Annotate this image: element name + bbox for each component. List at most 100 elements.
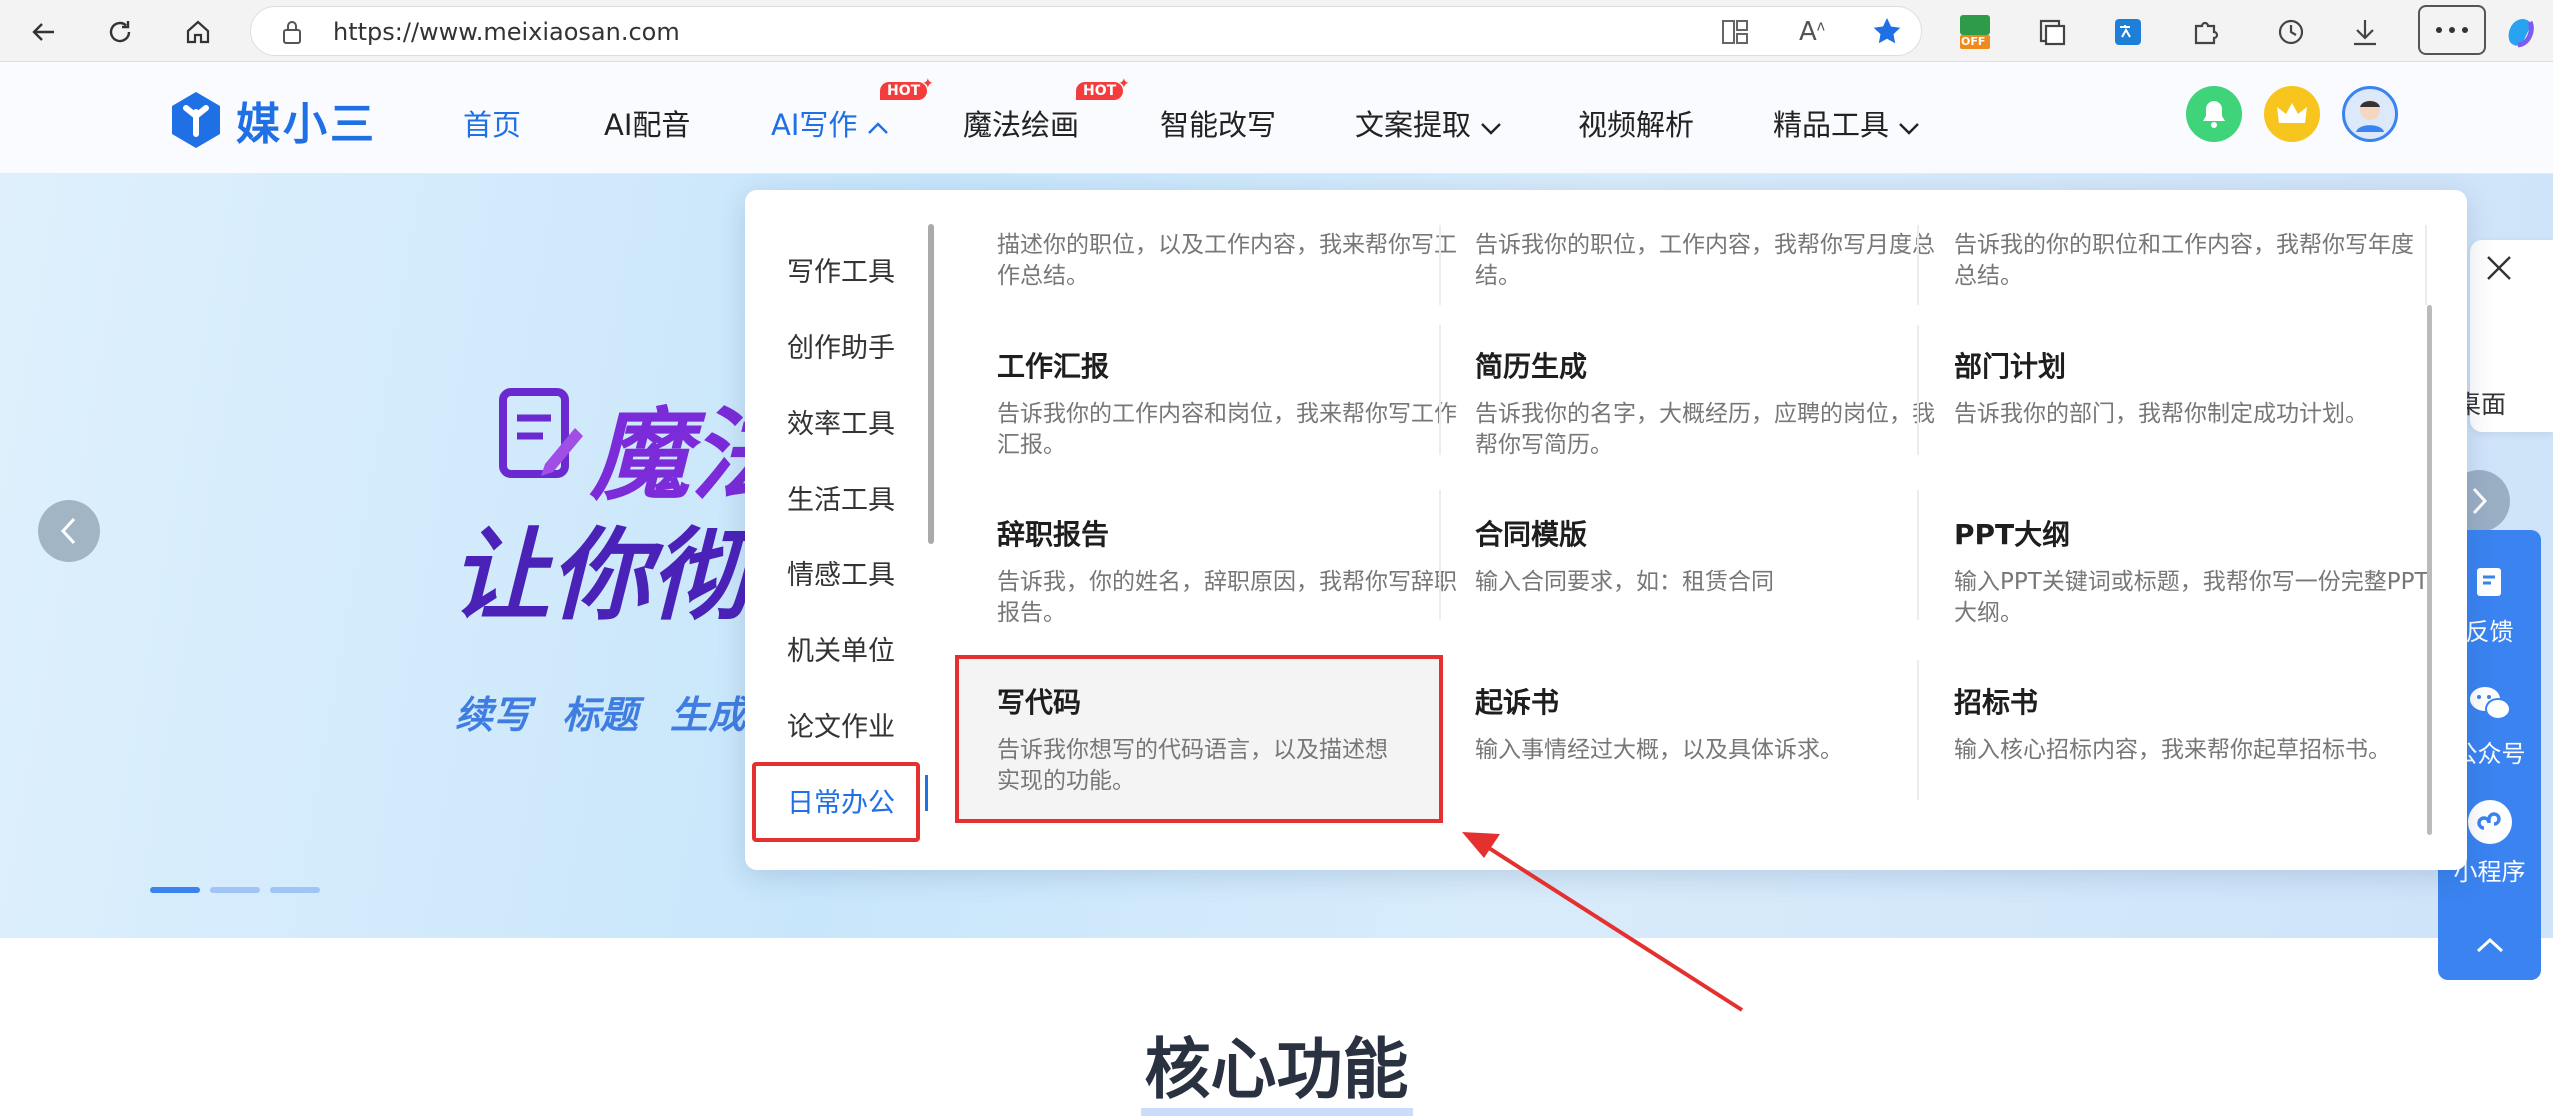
nav-text-extract[interactable]: 文案提取 bbox=[1355, 102, 1502, 144]
site-logo[interactable]: 媒小三 bbox=[168, 90, 377, 150]
card-divider bbox=[1439, 490, 1441, 620]
download-icon[interactable] bbox=[2345, 12, 2385, 52]
tool-card-annual-summary[interactable]: 告诉我的你的职位和工作内容，我帮你写年度总结。 bbox=[1954, 230, 2430, 292]
nav-ai-writing[interactable]: AI写作 bbox=[771, 102, 889, 144]
tool-card-resume[interactable]: 简历生成 告诉我你的名字，大概经历，应聘的岗位，我帮你写简历。 bbox=[1475, 345, 1951, 461]
collections-icon[interactable] bbox=[2032, 12, 2072, 52]
tool-card-desc: 告诉我你的职位，工作内容，我帮你写月度总结。 bbox=[1475, 232, 1935, 289]
vip-crown-icon[interactable] bbox=[2264, 86, 2320, 142]
tool-card-title: 辞职报告 bbox=[997, 518, 1110, 551]
logo-mark-icon bbox=[172, 92, 220, 148]
nav-premium-tools[interactable]: 精品工具 bbox=[1773, 102, 1920, 144]
tool-card-tender[interactable]: 招标书 输入核心招标内容，我来帮你起草招标书。 bbox=[1954, 681, 2430, 766]
hero-tag: 生成 bbox=[670, 693, 747, 737]
back-to-top-button[interactable] bbox=[2438, 920, 2541, 970]
chevron-up-icon bbox=[2476, 937, 2503, 953]
extension-off-icon[interactable]: OFF bbox=[1955, 12, 1995, 52]
category-writing-tools[interactable]: 写作工具 bbox=[787, 250, 895, 289]
carousel-dot[interactable] bbox=[210, 887, 260, 893]
address-bar[interactable]: https://www.meixiaosan.com Aʌ bbox=[250, 6, 1922, 56]
nav-smart-rewrite[interactable]: 智能改写 bbox=[1160, 102, 1276, 144]
close-icon[interactable] bbox=[2476, 245, 2522, 291]
tool-card-desc: 输入事情经过大概，以及具体诉求。 bbox=[1475, 737, 1843, 763]
tool-card-title: 合同模版 bbox=[1475, 518, 1588, 551]
hero-tag: 续写 bbox=[455, 693, 532, 737]
site-header: 媒小三 首页 AI配音 AI写作 HOT ✦ 魔法绘画 HOT ✦ 智能改写 文… bbox=[0, 62, 2553, 174]
carousel-dot[interactable] bbox=[270, 887, 320, 893]
tool-card-title: 部门计划 bbox=[1954, 350, 2067, 383]
chevron-up-icon bbox=[867, 122, 888, 134]
carousel-prev-button[interactable] bbox=[38, 500, 100, 562]
card-divider bbox=[1917, 660, 1919, 800]
back-icon[interactable] bbox=[24, 12, 64, 52]
tool-card-monthly-summary[interactable]: 告诉我你的职位，工作内容，我帮你写月度总结。 bbox=[1475, 230, 1951, 292]
tool-card-desc: 告诉我，你的姓名，辞职原因，我帮你写辞职报告。 bbox=[997, 569, 1457, 626]
tool-card-title: PPT大纲 bbox=[1954, 518, 2071, 551]
notification-bell-icon[interactable] bbox=[2186, 86, 2242, 142]
nav-premium-tools-label: 精品工具 bbox=[1773, 108, 1890, 142]
hero-tag: 标题 bbox=[562, 693, 639, 737]
refresh-icon[interactable] bbox=[100, 12, 140, 52]
home-icon[interactable] bbox=[178, 12, 218, 52]
copilot-icon[interactable] bbox=[2500, 12, 2540, 52]
tool-card-title: 工作汇报 bbox=[997, 350, 1110, 383]
nav-magic-painting[interactable]: 魔法绘画 bbox=[963, 102, 1079, 144]
tool-card-contract-template[interactable]: 合同模版 输入合同要求，如：租赁合同 bbox=[1475, 513, 1951, 598]
tool-card-resignation[interactable]: 辞职报告 告诉我，你的姓名，辞职原因，我帮你写辞职报告。 bbox=[997, 513, 1473, 629]
nav-ai-writing-label: AI写作 bbox=[771, 108, 858, 142]
category-emotion-tools[interactable]: 情感工具 bbox=[787, 553, 895, 592]
browser-toolbar: https://www.meixiaosan.com Aʌ OFF bbox=[0, 0, 2553, 62]
category-papers-homework[interactable]: 论文作业 bbox=[787, 705, 895, 744]
card-divider bbox=[1439, 325, 1441, 455]
tool-card-work-summary[interactable]: 描述你的职位，以及工作内容，我来帮你写工作总结。 bbox=[997, 230, 1473, 292]
history-icon[interactable] bbox=[2270, 12, 2310, 52]
user-avatar[interactable] bbox=[2342, 86, 2398, 142]
lock-icon bbox=[281, 19, 303, 49]
tool-card-work-report[interactable]: 工作汇报 告诉我你的工作内容和岗位，我来帮你写工作汇报。 bbox=[997, 345, 1473, 461]
favorite-star-icon[interactable] bbox=[1871, 15, 1903, 51]
card-divider bbox=[1439, 225, 1441, 305]
hot-badge: HOT bbox=[880, 82, 928, 100]
translate-icon[interactable] bbox=[2108, 12, 2148, 52]
more-options-button[interactable] bbox=[2418, 5, 2486, 55]
card-divider bbox=[1917, 325, 1919, 455]
dropdown-scrollbar[interactable] bbox=[2427, 305, 2432, 835]
card-divider bbox=[1917, 490, 1919, 620]
tool-card-title: 简历生成 bbox=[1475, 350, 1588, 383]
read-aloud-icon[interactable]: Aʌ bbox=[1799, 17, 1825, 47]
active-category-indicator bbox=[925, 775, 928, 811]
url-text: https://www.meixiaosan.com bbox=[333, 18, 680, 46]
nav-ai-dubbing[interactable]: AI配音 bbox=[604, 102, 690, 144]
carousel-dot-active[interactable] bbox=[150, 887, 200, 893]
tool-card-desc: 输入合同要求，如：租赁合同 bbox=[1475, 569, 1774, 595]
mini-program-icon bbox=[2467, 800, 2512, 844]
feedback-icon bbox=[2476, 568, 2501, 596]
tool-card-department-plan[interactable]: 部门计划 告诉我你的部门，我帮你制定成功计划。 bbox=[1954, 345, 2430, 430]
tool-card-ppt-outline[interactable]: PPT大纲 输入PPT关键词或标题，我帮你写一份完整PPT大纲。 bbox=[1954, 513, 2430, 629]
category-efficiency-tools[interactable]: 效率工具 bbox=[787, 402, 895, 441]
sparkle-icon: ✦ bbox=[922, 76, 934, 92]
tool-card-indictment[interactable]: 起诉书 输入事情经过大概，以及具体诉求。 bbox=[1475, 681, 1951, 766]
tool-card-title: 起诉书 bbox=[1475, 686, 1560, 719]
chevron-down-icon bbox=[1481, 123, 1502, 135]
chevron-right-icon bbox=[2472, 487, 2488, 515]
feedback-label: 反馈 bbox=[2465, 618, 2514, 646]
category-government[interactable]: 机关单位 bbox=[787, 629, 895, 668]
card-divider bbox=[1917, 225, 1919, 305]
nav-video-parse[interactable]: 视频解析 bbox=[1578, 102, 1694, 144]
category-scrollbar[interactable] bbox=[928, 224, 934, 544]
tool-card-desc: 告诉我你的名字，大概经历，应聘的岗位，我帮你写简历。 bbox=[1475, 401, 1935, 458]
extensions-puzzle-icon[interactable] bbox=[2185, 12, 2225, 52]
ai-writing-dropdown: 写作工具 创作助手 效率工具 生活工具 情感工具 机关单位 论文作业 日常办公 … bbox=[745, 190, 2467, 870]
active-category-highlight bbox=[752, 762, 920, 842]
tool-card-desc: 描述你的职位，以及工作内容，我来帮你写工作总结。 bbox=[997, 232, 1457, 289]
split-screen-icon[interactable] bbox=[1721, 19, 1749, 49]
category-creation-assistant[interactable]: 创作助手 bbox=[787, 326, 895, 365]
hot-badge: HOT bbox=[1076, 82, 1124, 100]
tool-card-desc: 输入核心招标内容，我来帮你起草招标书。 bbox=[1954, 737, 2391, 763]
nav-home[interactable]: 首页 bbox=[463, 102, 521, 144]
tool-card-desc: 告诉我你的部门，我帮你制定成功计划。 bbox=[1954, 401, 2368, 427]
tool-card-desc: 告诉我的你的职位和工作内容，我帮你写年度总结。 bbox=[1954, 232, 2414, 289]
chevron-left-icon bbox=[60, 517, 76, 545]
category-life-tools[interactable]: 生活工具 bbox=[787, 478, 895, 517]
